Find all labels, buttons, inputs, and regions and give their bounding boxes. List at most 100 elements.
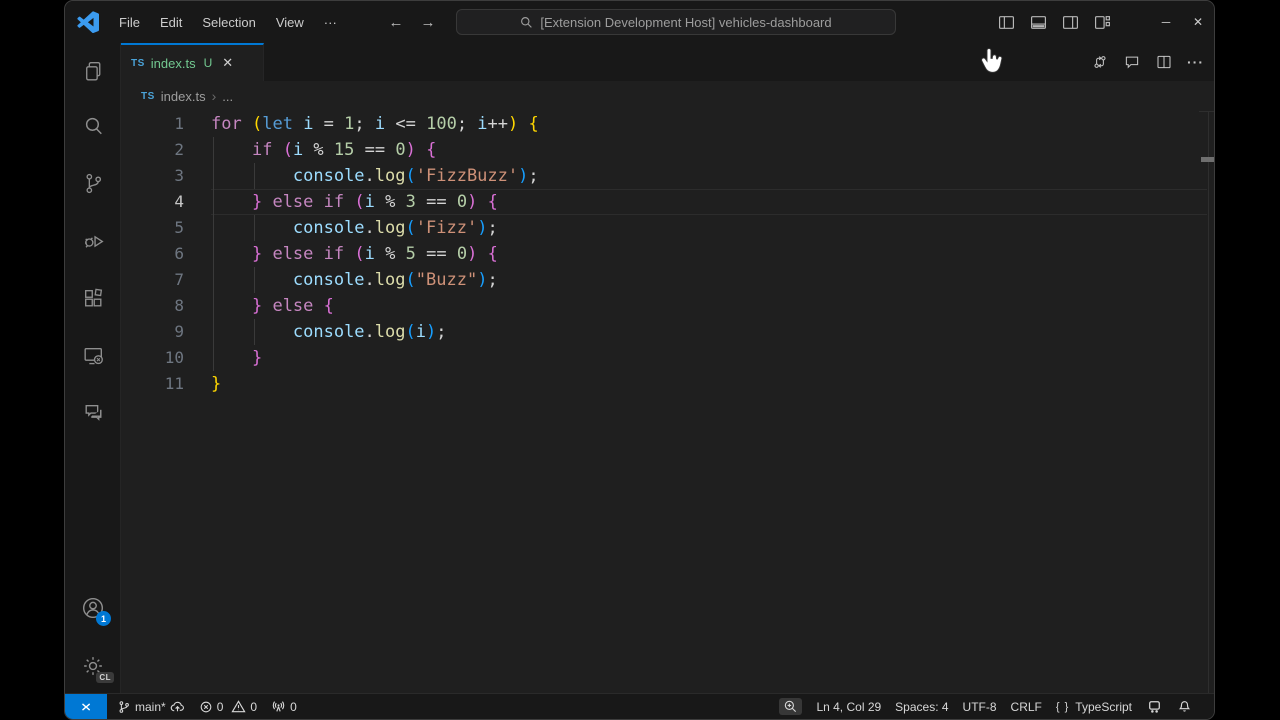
go-back-button[interactable]: ← bbox=[383, 14, 409, 31]
tab-close-icon[interactable]: ✕ bbox=[222, 55, 233, 71]
line-number[interactable]: 8 bbox=[121, 293, 184, 319]
settings-badge: CL bbox=[96, 672, 114, 683]
window-title: [Extension Development Host] vehicles-da… bbox=[540, 15, 831, 30]
open-changes-icon[interactable] bbox=[1091, 53, 1109, 71]
split-editor-icon[interactable] bbox=[1155, 53, 1173, 71]
breadcrumb: TS index.ts › ... bbox=[121, 81, 1214, 111]
encoding-status[interactable]: UTF-8 bbox=[963, 700, 997, 714]
breadcrumb-symbol[interactable]: ... bbox=[222, 89, 233, 104]
extensions-icon[interactable] bbox=[79, 284, 107, 312]
code-line[interactable]: console.log('Fizz'); bbox=[211, 215, 498, 241]
errors-icon bbox=[199, 700, 213, 714]
code-line[interactable]: console.log(i); bbox=[211, 319, 447, 345]
indent-guide bbox=[254, 215, 255, 241]
overview-ruler-cursor-marker[interactable] bbox=[1201, 157, 1215, 162]
menu-file[interactable]: File bbox=[109, 15, 150, 30]
language-label: TypeScript bbox=[1075, 700, 1132, 714]
chevron-right-icon: › bbox=[212, 88, 217, 104]
zoom-indicator[interactable] bbox=[779, 698, 802, 715]
git-branch-icon bbox=[117, 700, 131, 714]
vscode-logo-icon bbox=[77, 11, 99, 33]
toggle-secondary-sidebar-icon[interactable] bbox=[1062, 14, 1079, 31]
line-number[interactable]: 4 bbox=[121, 189, 184, 215]
tab-index-ts[interactable]: TS index.ts U ✕ bbox=[121, 43, 264, 81]
code-line[interactable]: } else if (i % 5 == 0) { bbox=[211, 241, 498, 267]
line-number[interactable]: 3 bbox=[121, 163, 184, 189]
go-forward-button[interactable]: → bbox=[415, 14, 441, 31]
code-line[interactable]: console.log("Buzz"); bbox=[211, 267, 498, 293]
menu-view[interactable]: View bbox=[266, 15, 314, 30]
command-center-search[interactable]: [Extension Development Host] vehicles-da… bbox=[456, 9, 896, 35]
code-line[interactable]: } else if (i % 3 == 0) { bbox=[211, 189, 498, 215]
breadcrumb-file[interactable]: index.ts bbox=[161, 89, 206, 104]
indent-guide bbox=[213, 241, 214, 267]
indentation-status[interactable]: Spaces: 4 bbox=[895, 700, 948, 714]
errors-count: 0 bbox=[217, 700, 224, 714]
branch-name: main* bbox=[135, 700, 166, 714]
tab-label: index.ts bbox=[151, 56, 196, 71]
search-sidebar-icon[interactable] bbox=[79, 112, 107, 140]
line-number[interactable]: 11 bbox=[121, 371, 184, 397]
code-line[interactable]: } else { bbox=[211, 293, 334, 319]
indent-guide bbox=[213, 319, 214, 345]
cursor-position[interactable]: Ln 4, Col 29 bbox=[816, 700, 881, 714]
menu-edit[interactable]: Edit bbox=[150, 15, 192, 30]
menu-selection[interactable]: Selection bbox=[192, 15, 265, 30]
toggle-primary-sidebar-icon[interactable] bbox=[998, 14, 1015, 31]
git-untracked-badge: U bbox=[204, 56, 213, 70]
line-number[interactable]: 6 bbox=[121, 241, 184, 267]
mouse-hand-cursor bbox=[980, 47, 1004, 75]
comment-icon[interactable] bbox=[1123, 53, 1141, 71]
menu-overflow[interactable]: ··· bbox=[314, 15, 347, 30]
problems-status[interactable]: 0 0 bbox=[199, 699, 257, 714]
indent-guide bbox=[213, 163, 214, 189]
code-line[interactable]: if (i % 15 == 0) { bbox=[211, 137, 436, 163]
warnings-icon bbox=[231, 699, 246, 714]
status-bar: main* 0 0 bbox=[65, 693, 1214, 719]
code-line[interactable]: for (let i = 1; i <= 100; i++) { bbox=[211, 111, 539, 137]
title-bar: File Edit Selection View ··· ← → [Extens… bbox=[65, 1, 1214, 43]
toggle-panel-icon[interactable] bbox=[1030, 14, 1047, 31]
line-number[interactable]: 9 bbox=[121, 319, 184, 345]
remote-indicator[interactable] bbox=[65, 694, 107, 719]
minimize-button[interactable]: ─ bbox=[1150, 1, 1182, 43]
typescript-file-icon: TS bbox=[131, 58, 145, 69]
indent-guide bbox=[213, 215, 214, 241]
accounts-icon[interactable]: 1 bbox=[79, 594, 107, 622]
language-mode[interactable]: { } TypeScript bbox=[1056, 700, 1132, 714]
menu-bar: File Edit Selection View ··· bbox=[109, 1, 347, 43]
explorer-icon[interactable] bbox=[79, 57, 107, 85]
accounts-badge: 1 bbox=[96, 611, 111, 626]
eol-status[interactable]: CRLF bbox=[1011, 700, 1042, 714]
code-editor[interactable]: 1234567891011 for (let i = 1; i <= 100; … bbox=[121, 111, 1214, 693]
line-number[interactable]: 10 bbox=[121, 345, 184, 371]
settings-gear-icon[interactable]: CL bbox=[79, 652, 107, 680]
activity-bar: 1 CL bbox=[65, 43, 121, 693]
braces-icon: { } bbox=[1056, 701, 1069, 713]
more-actions-icon[interactable]: ··· bbox=[1187, 54, 1204, 70]
code-line[interactable]: } bbox=[211, 345, 262, 371]
indent-guide bbox=[213, 267, 214, 293]
remote-explorer-icon[interactable] bbox=[79, 342, 107, 370]
ports-count: 0 bbox=[290, 700, 297, 714]
chat-icon[interactable] bbox=[79, 398, 107, 426]
line-number[interactable]: 1 bbox=[121, 111, 184, 137]
indent-guide bbox=[254, 319, 255, 345]
code-line[interactable]: } bbox=[211, 371, 221, 397]
customize-layout-icon[interactable] bbox=[1094, 14, 1111, 31]
vscode-window: File Edit Selection View ··· ← → [Extens… bbox=[64, 0, 1215, 720]
indent-guide bbox=[254, 267, 255, 293]
source-control-icon[interactable] bbox=[79, 169, 107, 197]
close-button[interactable]: ✕ bbox=[1182, 1, 1214, 43]
line-number[interactable]: 7 bbox=[121, 267, 184, 293]
git-branch-status[interactable]: main* bbox=[117, 699, 185, 714]
copilot-icon[interactable] bbox=[1146, 698, 1163, 715]
line-number[interactable]: 2 bbox=[121, 137, 184, 163]
run-and-debug-icon[interactable] bbox=[79, 227, 107, 255]
indent-guide bbox=[254, 163, 255, 189]
line-number[interactable]: 5 bbox=[121, 215, 184, 241]
ports-status[interactable]: 0 bbox=[271, 699, 297, 714]
overview-ruler-top-border bbox=[1199, 111, 1214, 112]
notifications-bell-icon[interactable] bbox=[1177, 699, 1192, 714]
code-line[interactable]: console.log('FizzBuzz'); bbox=[211, 163, 539, 189]
